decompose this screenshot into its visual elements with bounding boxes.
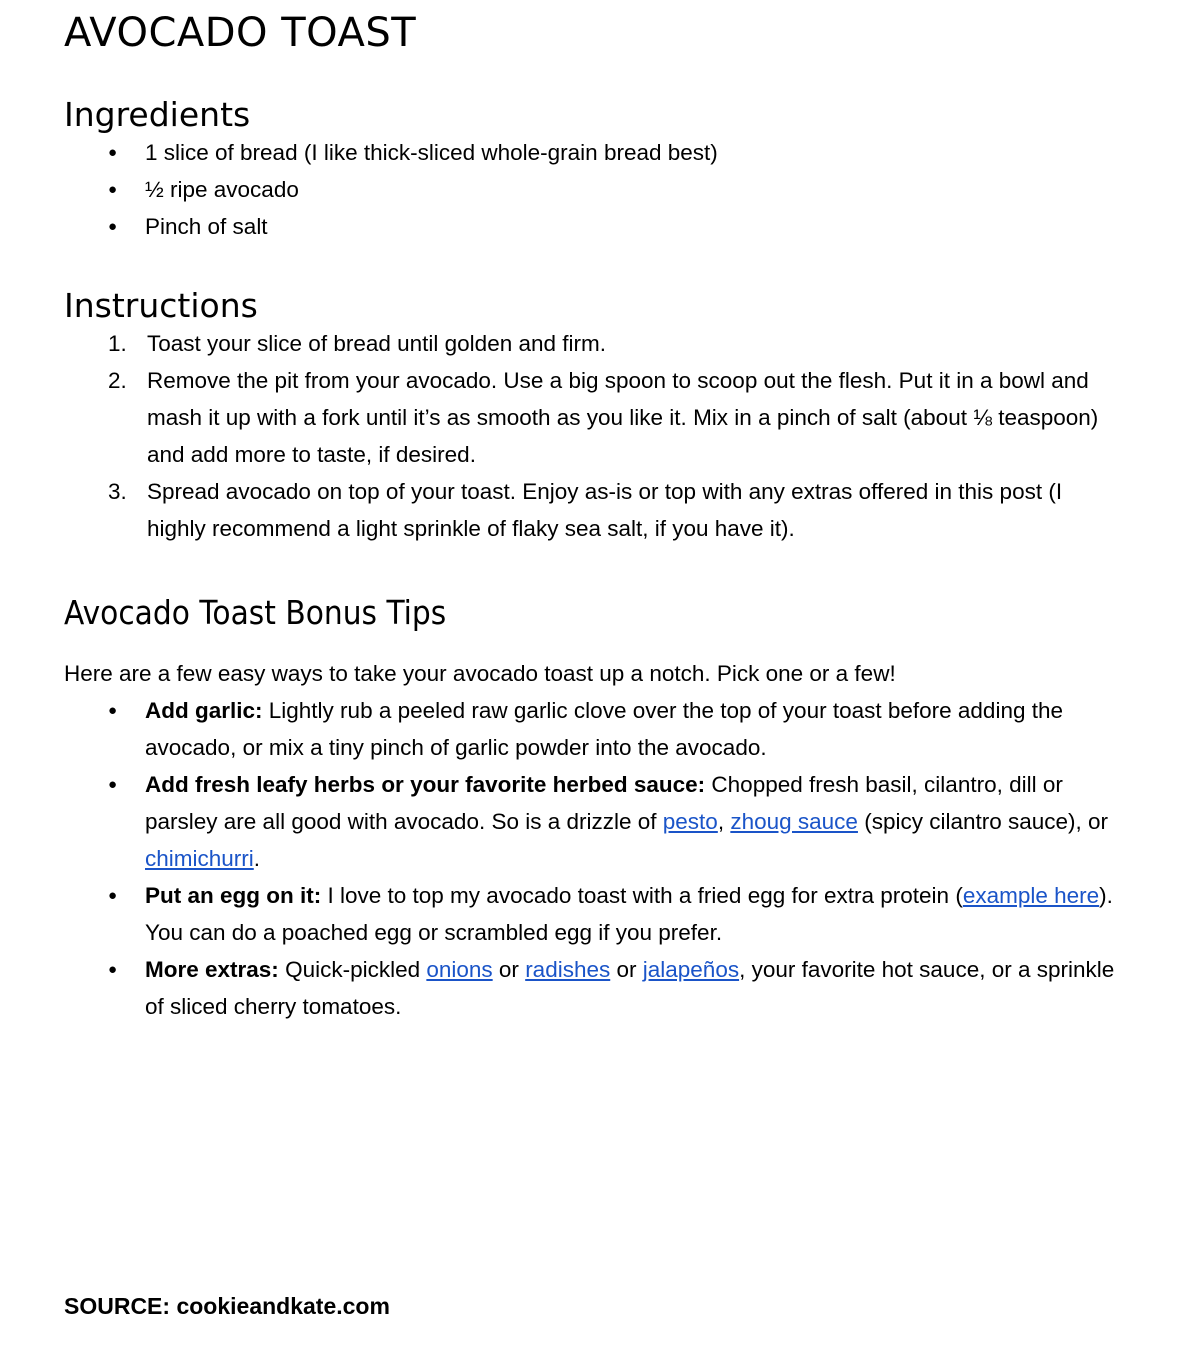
bonus-tips-heading: Avocado Toast Bonus Tips xyxy=(64,592,447,632)
instructions-list: Toast your slice of bread until golden a… xyxy=(64,325,1122,547)
link-pesto[interactable]: pesto xyxy=(663,809,718,834)
link-radishes[interactable]: radishes xyxy=(525,957,610,982)
source-attribution: SOURCE: cookieandkate.com xyxy=(64,1293,390,1319)
tip-lead-in: Add fresh leafy herbs or your favorite h… xyxy=(145,771,706,797)
list-item: Spread avocado on top of your toast. Enj… xyxy=(108,473,1063,541)
list-item: ½ ripe avocado xyxy=(64,171,1122,208)
ingredients-list: 1 slice of bread (I like thick-sliced wh… xyxy=(64,134,1122,245)
recipe-page: AVOCADO TOAST Ingredients 1 slice of bre… xyxy=(0,0,1186,1352)
tip-text: I love to top my avocado toast with a fr… xyxy=(321,882,963,908)
tip-text: . xyxy=(253,845,261,871)
tip-text: or xyxy=(492,956,526,982)
link-example-here[interactable]: example here xyxy=(963,883,1099,908)
tip-text: Lightly rub a peeled raw garlic clove ov… xyxy=(145,697,1064,760)
link-jalapenos[interactable]: jalapeños xyxy=(643,957,739,982)
link-onions[interactable]: onions xyxy=(426,957,492,982)
link-chimichurri[interactable]: chimichurri xyxy=(145,846,254,871)
list-item: 1 slice of bread (I like thick-sliced wh… xyxy=(64,134,1122,171)
list-item: Remove the pit from your avocado. Use a … xyxy=(108,362,1099,467)
tip-lead-in: More extras: xyxy=(145,956,279,982)
list-item: Add fresh leafy herbs or your favorite h… xyxy=(64,766,1122,877)
list-item: Toast your slice of bread until golden a… xyxy=(108,325,606,362)
list-item: More extras: Quick-pickled onions or rad… xyxy=(64,951,1122,1025)
tip-text: Quick-pickled xyxy=(278,956,427,982)
tip-lead-in: Put an egg on it: xyxy=(145,882,322,908)
list-item: Pinch of salt xyxy=(64,208,1122,245)
bonus-tips-list: Add garlic: Lightly rub a peeled raw gar… xyxy=(64,692,1122,1025)
tip-lead-in: Add garlic: xyxy=(145,697,263,723)
list-item: Add garlic: Lightly rub a peeled raw gar… xyxy=(64,692,1122,766)
bonus-tips-intro: Here are a few easy ways to take your av… xyxy=(64,660,896,686)
instructions-heading: Instructions xyxy=(64,285,258,325)
tip-text: (spicy cilantro sauce), or xyxy=(857,808,1109,834)
page-title: AVOCADO TOAST xyxy=(64,10,417,56)
ingredients-heading: Ingredients xyxy=(64,94,251,134)
link-zhoug-sauce[interactable]: zhoug sauce xyxy=(730,809,858,834)
tip-text: or xyxy=(610,956,643,982)
list-item: Put an egg on it: I love to top my avoca… xyxy=(64,877,1122,951)
tip-text: , xyxy=(717,808,731,834)
